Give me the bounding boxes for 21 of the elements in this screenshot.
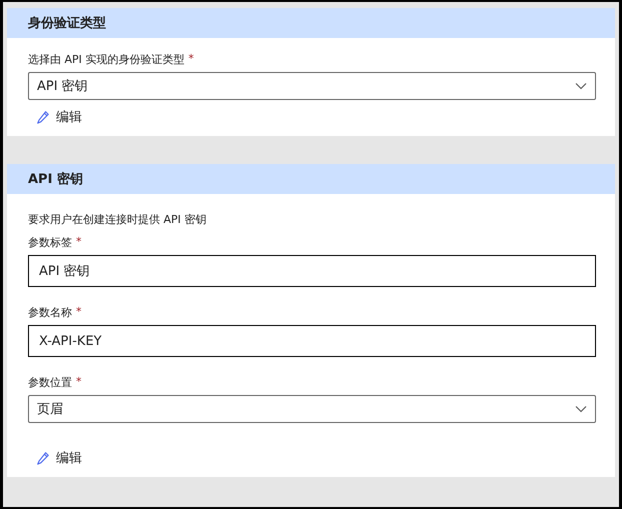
required-mark: * bbox=[76, 375, 82, 390]
pencil-icon bbox=[36, 451, 50, 465]
chevron-down-icon bbox=[575, 405, 587, 413]
field-label: 参数名称 bbox=[28, 305, 72, 320]
section-header: API 密钥 bbox=[7, 164, 615, 194]
field-label: 参数位置 bbox=[28, 375, 72, 390]
field-label: 选择由 API 实现的身份验证类型 bbox=[28, 52, 184, 67]
pencil-icon bbox=[36, 110, 50, 124]
edit-button[interactable]: 编辑 bbox=[36, 449, 82, 467]
dropdown[interactable]: 页眉 bbox=[28, 395, 596, 423]
dropdown[interactable]: API 密钥 bbox=[28, 72, 596, 100]
chevron-down-icon bbox=[575, 82, 587, 90]
section-description: 要求用户在创建连接时提供 API 密钥 bbox=[28, 212, 208, 227]
field-label: 参数标签 bbox=[28, 235, 72, 250]
input-field[interactable]: X-API-KEY bbox=[28, 325, 596, 357]
required-mark: * bbox=[76, 235, 82, 250]
input-field[interactable]: API 密钥 bbox=[28, 255, 596, 287]
required-mark: * bbox=[188, 52, 194, 67]
edit-button[interactable]: 编辑 bbox=[36, 108, 82, 126]
section-header: 身份验证类型 bbox=[7, 8, 615, 38]
required-mark: * bbox=[76, 305, 82, 320]
